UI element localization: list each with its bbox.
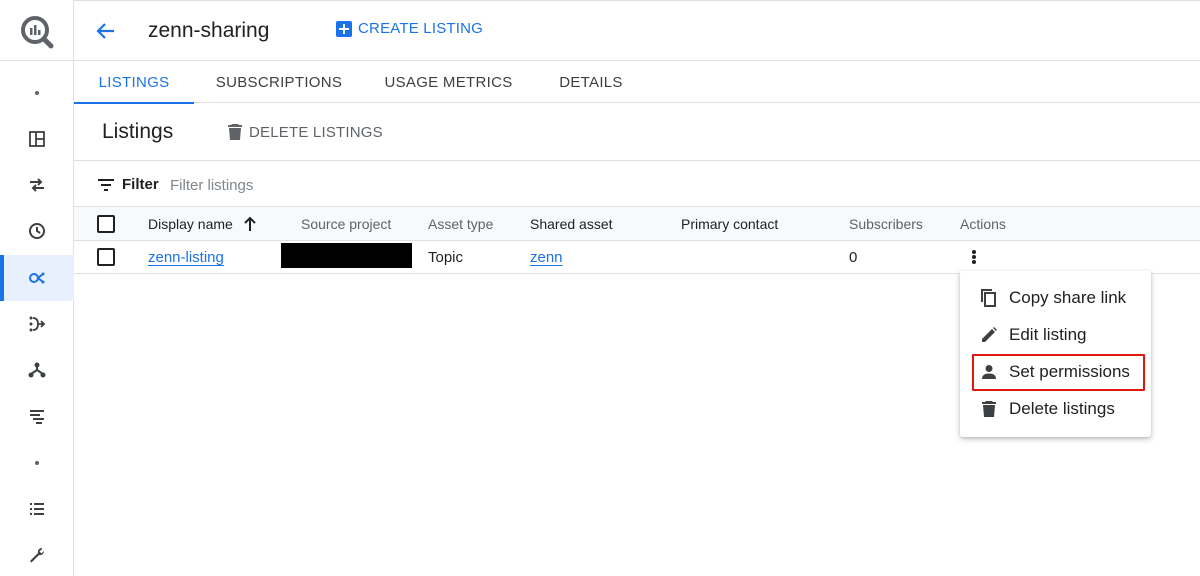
list-icon[interactable] xyxy=(0,486,74,532)
column-header-subscribers: Subscribers xyxy=(849,216,923,232)
menu-item-delete-listings[interactable]: Delete listings xyxy=(960,390,1151,427)
column-header-shared-asset: Shared asset xyxy=(530,216,613,232)
pencil-icon xyxy=(980,326,998,344)
arrow-back-icon xyxy=(96,23,114,39)
header-top-border xyxy=(74,0,1200,1)
menu-item-label: Edit listing xyxy=(1009,324,1087,344)
filter-label[interactable]: Filter xyxy=(122,176,159,193)
back-button[interactable] xyxy=(92,17,120,45)
tab-bar: LISTINGS SUBSCRIPTIONS USAGE METRICS DET… xyxy=(74,61,1200,104)
page-header: zenn-sharing CREATE LISTING xyxy=(74,0,1200,61)
shared-asset-link[interactable]: zenn xyxy=(530,249,563,266)
filter-icon[interactable] xyxy=(97,178,115,192)
filter-bar: Filter xyxy=(74,161,1200,207)
create-listing-button[interactable]: CREATE LISTING xyxy=(336,20,483,37)
asset-type-cell: Topic xyxy=(428,249,464,266)
tab-usage-metrics[interactable]: USAGE METRICS xyxy=(376,61,521,103)
tab-subscriptions[interactable]: SUBSCRIPTIONS xyxy=(204,61,354,103)
dashboard-icon[interactable] xyxy=(0,116,74,162)
source-project-redacted xyxy=(281,243,412,268)
row-checkbox[interactable] xyxy=(97,248,115,266)
wrench-icon[interactable] xyxy=(0,532,74,576)
add-box-icon xyxy=(336,20,352,37)
left-nav-rail xyxy=(0,0,74,576)
menu-item-label: Copy share link xyxy=(1009,287,1127,307)
tab-details[interactable]: DETAILS xyxy=(546,61,636,103)
delete-listings-button[interactable]: DELETE LISTINGS xyxy=(227,123,383,141)
more-vert-icon[interactable] xyxy=(968,247,980,267)
tab-listings[interactable]: LISTINGS xyxy=(74,61,194,104)
copy-icon xyxy=(980,288,998,307)
filter-input[interactable] xyxy=(170,173,570,197)
subscribers-cell: 0 xyxy=(849,249,858,266)
trash-icon xyxy=(980,400,998,418)
column-header-primary-contact: Primary contact xyxy=(681,216,779,232)
rail-divider xyxy=(0,60,74,61)
column-header-asset-type: Asset type xyxy=(428,216,494,232)
select-all-checkbox[interactable] xyxy=(97,215,115,233)
arrow-upward-icon[interactable] xyxy=(242,215,258,233)
bigquery-logo[interactable] xyxy=(19,14,55,50)
list-filter-icon[interactable] xyxy=(0,393,74,439)
page-title: zenn-sharing xyxy=(148,19,270,42)
menu-item-label: Delete listings xyxy=(1009,398,1115,418)
rail-dot-1 xyxy=(0,70,74,116)
column-header-actions: Actions xyxy=(960,216,1006,232)
create-listing-label: CREATE LISTING xyxy=(358,20,484,37)
transfers-icon[interactable] xyxy=(0,162,74,208)
delete-listings-label: DELETE LISTINGS xyxy=(249,123,383,141)
trash-icon xyxy=(228,124,242,140)
menu-item-edit-listing[interactable]: Edit listing xyxy=(960,316,1151,353)
listings-heading: Listings xyxy=(102,120,174,143)
table-row: zenn-listing Topic zenn 0 xyxy=(74,241,1200,274)
column-header-display-name[interactable]: Display name xyxy=(148,216,233,232)
analytics-hub-icon[interactable] xyxy=(0,255,74,301)
display-name-link[interactable]: zenn-listing xyxy=(148,249,224,266)
highlight-annotation xyxy=(972,354,1145,391)
history-icon[interactable] xyxy=(0,208,74,254)
column-header-source-project: Source project xyxy=(301,216,392,232)
dataflow-icon[interactable] xyxy=(0,301,74,347)
table-header: Display name Source project Asset type S… xyxy=(74,207,1200,241)
rail-dot-2 xyxy=(0,440,74,486)
hierarchy-icon[interactable] xyxy=(0,347,74,393)
listings-toolbar: Listings DELETE LISTINGS xyxy=(74,103,1200,161)
menu-item-copy-share-link[interactable]: Copy share link xyxy=(960,279,1151,316)
